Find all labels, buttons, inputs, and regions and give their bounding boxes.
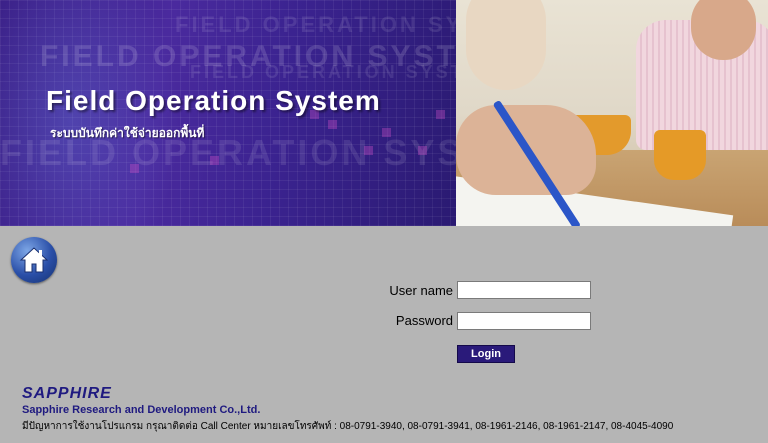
- banner-ghost-text: FIELD OPERATION SYSTEM: [190, 62, 456, 82]
- header-banner: FIELD OPERATION SYSTEM FIELD OPERATION S…: [0, 0, 768, 226]
- app-title: Field Operation System: [46, 85, 381, 116]
- company-name: Sapphire Research and Development Co.,Lt…: [22, 404, 261, 416]
- password-input[interactable]: [457, 312, 591, 330]
- password-label: Password: [395, 313, 453, 328]
- photo-cup: [654, 130, 706, 180]
- photo-person: [466, 0, 546, 90]
- banner-ghost-text: FIELD OPERATION SYSTEM: [175, 12, 456, 37]
- username-label: User name: [389, 283, 453, 298]
- username-input[interactable]: [457, 281, 591, 299]
- banner-graphic: FIELD OPERATION SYSTEM FIELD OPERATION S…: [0, 0, 456, 226]
- company-logo: SAPPHIRE: [22, 385, 112, 402]
- login-button[interactable]: Login: [457, 345, 515, 363]
- banner-photo: [456, 0, 768, 226]
- home-button[interactable]: [11, 237, 57, 283]
- app-subtitle: ระบบบันทึกค่าใช้จ่ายออกพื้นที่: [50, 126, 205, 140]
- home-icon: [19, 247, 49, 273]
- support-contact: มีปัญหาการใช้งานโปรแกรม กรุณาติดต่อ Call…: [22, 421, 674, 432]
